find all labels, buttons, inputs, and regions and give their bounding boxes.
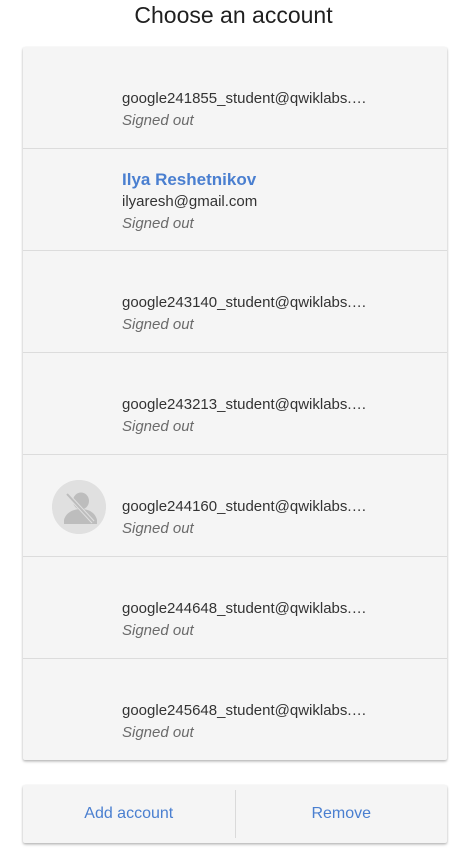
- account-email: google241855_student@qwiklabs.…: [122, 90, 367, 107]
- account-email: google244160_student@qwiklabs.…: [122, 498, 367, 515]
- account-status: Signed out: [122, 316, 194, 333]
- account-email: google243140_student@qwiklabs.…: [122, 294, 367, 311]
- account-email: google243213_student@qwiklabs.…: [122, 396, 367, 413]
- account-email: google245648_student@qwiklabs.…: [122, 702, 367, 719]
- account-item[interactable]: google243140_student@qwiklabs.… Signed o…: [23, 251, 447, 353]
- account-actions: Add account Remove: [23, 785, 447, 843]
- account-status: Signed out: [122, 215, 194, 232]
- account-text: google244160_student@qwiklabs.… Signed o…: [122, 496, 422, 540]
- account-status: Signed out: [122, 622, 194, 639]
- remove-button[interactable]: Remove: [236, 785, 448, 843]
- no-photo-icon: [52, 480, 106, 534]
- account-item[interactable]: google244160_student@qwiklabs.… Signed o…: [23, 455, 447, 557]
- account-email: google244648_student@qwiklabs.…: [122, 600, 367, 617]
- page-title: Choose an account: [134, 2, 333, 28]
- account-list: google241855_student@qwiklabs.… Signed o…: [23, 47, 447, 760]
- account-text: google241855_student@qwiklabs.… Signed o…: [122, 88, 422, 132]
- account-item[interactable]: google243213_student@qwiklabs.… Signed o…: [23, 353, 447, 455]
- account-text: google245648_student@qwiklabs.… Signed o…: [122, 700, 422, 744]
- account-status: Signed out: [122, 520, 194, 537]
- account-text: google243213_student@qwiklabs.… Signed o…: [122, 394, 422, 438]
- account-status: Signed out: [122, 418, 194, 435]
- account-text: Ilya Reshetnikov ilyaresh@gmail.com Sign…: [122, 169, 422, 235]
- account-status: Signed out: [122, 112, 194, 129]
- account-email: ilyaresh@gmail.com: [122, 193, 258, 210]
- add-account-button[interactable]: Add account: [23, 785, 235, 843]
- account-text: google244648_student@qwiklabs.… Signed o…: [122, 598, 422, 642]
- account-item[interactable]: google244648_student@qwiklabs.… Signed o…: [23, 557, 447, 659]
- account-item[interactable]: google245648_student@qwiklabs.… Signed o…: [23, 659, 447, 760]
- account-item[interactable]: google241855_student@qwiklabs.… Signed o…: [23, 47, 447, 149]
- account-name: Ilya Reshetnikov: [122, 170, 257, 189]
- account-item[interactable]: Ilya Reshetnikov ilyaresh@gmail.com Sign…: [23, 149, 447, 251]
- account-status: Signed out: [122, 724, 194, 741]
- account-text: google243140_student@qwiklabs.… Signed o…: [122, 292, 422, 336]
